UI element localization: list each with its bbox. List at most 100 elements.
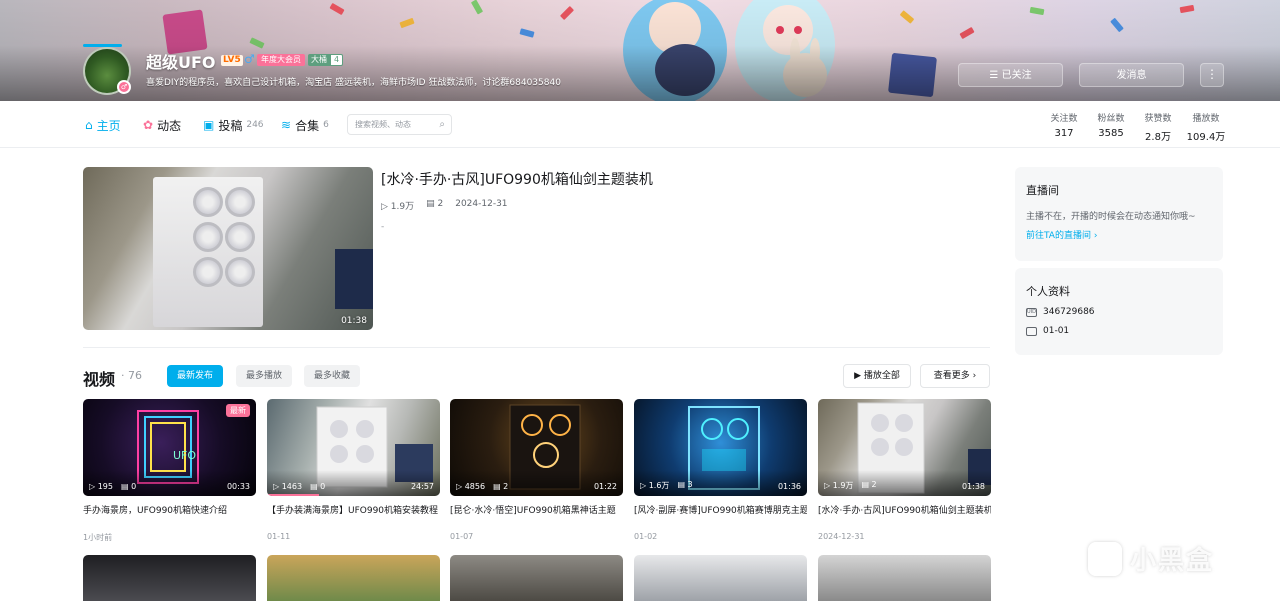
svg-text:UFO: UFO [173,449,196,462]
posts-icon: ▣ [203,118,215,132]
live-room-title: 直播间 [1026,184,1059,197]
stat-following[interactable]: 关注数 317 [1039,111,1089,139]
video-card[interactable]: ▷ 1.9万 ▤ 2 01:38 [水冷·手办·古风]UFO990机箱仙剑主题装… [818,399,991,541]
profile-nav: ⌂ 主页 ✿ 动态 ▣ 投稿 246 ≋ 合集 6 搜索视频、动态 ⌕ 关注数 … [0,101,1280,148]
avatar-badge-icon: ♂ [117,80,131,94]
message-button[interactable]: 发消息 [1079,63,1184,87]
comments-count: 0 [131,482,137,491]
more-menu-button[interactable]: ⋮ [1200,63,1224,87]
video-date: 01-07 [450,532,474,541]
plays-count: 1463 [281,482,303,491]
featured-comments: ▤ 2 [426,199,443,212]
tab-home[interactable]: ⌂ 主页 [85,116,121,134]
video-date: 2024-12-31 [818,532,865,541]
play-icon: ▷ [89,482,98,491]
stat-label: 关注数 [1050,114,1078,124]
video-thumbnail[interactable]: UFO 最新 ▷ 195 ▤ 0 00:33 [83,399,256,496]
tab-collections[interactable]: ≋ 合集 6 [281,116,329,134]
plays-count: 1.9万 [832,481,854,490]
video-duration: 01:22 [593,482,617,491]
vip-badge[interactable]: 年度大会员 [257,54,305,66]
stat-value: 317 [1054,128,1074,139]
profile-info-title: 个人资料 [1026,285,1070,298]
play-all-button[interactable]: ▶ 播放全部 [843,364,911,388]
featured-video-title[interactable]: [水冷·手办·古风]UFO990机箱仙剑主题装机 [381,169,653,189]
stat-label: 播放数 [1192,114,1220,124]
stat-value: 3585 [1098,128,1124,139]
active-tab-indicator [83,44,122,47]
uid-icon: UID [1026,307,1037,317]
video-thumbnail[interactable] [450,555,623,601]
featured-video-desc: - [381,222,385,232]
video-thumbnail[interactable]: ▷ 4856 ▤ 2 01:22 [450,399,623,496]
featured-video-thumbnail[interactable]: 01:38 [83,167,373,330]
tab-count: 6 [323,120,329,130]
stat-plays: 播放数 109.4万 [1181,111,1231,143]
stat-value: 2.8万 [1145,132,1171,143]
comments-count: 3 [687,480,693,489]
stat-fans[interactable]: 粉丝数 3585 [1086,111,1136,139]
video-title[interactable]: 【手办装满海景房】UFO990机箱安装教程 [267,503,440,516]
play-icon: ▷ [640,481,649,490]
video-thumbnail[interactable] [83,555,256,601]
comment-icon: ▤ [493,482,504,491]
watermark: 小黑盒 [1088,540,1214,577]
medal-name: 大桶 [308,54,330,66]
watermark-text: 小黑盒 [1130,546,1215,576]
video-title[interactable]: [昆仑·水冷·悟空]UFO990机箱黑神话主题 [450,503,623,516]
comment-icon: ▤ [861,480,872,489]
live-room-panel: 直播间 主播不在，开播的时候会在动态通知你哦~ 前往TA的直播间 › [1015,167,1223,261]
dynamic-icon: ✿ [143,118,154,132]
follow-button[interactable]: ☰ 已关注 [958,63,1063,87]
video-thumbnail[interactable]: ▷ 1.6万 ▤ 3 01:36 [634,399,807,496]
profile-info-panel: 个人资料 UID 346729686 01-01 [1015,268,1223,355]
sort-plays-button[interactable]: 最多播放 [236,365,293,387]
video-stats: ▷ 1463 ▤ 0 [273,482,325,491]
video-card[interactable]: UFO 最新 ▷ 195 ▤ 0 00:33 手办海景房，UFO990机箱快速介… [83,399,256,543]
watermark-logo-icon [1088,541,1122,576]
tab-dynamic[interactable]: ✿ 动态 [143,116,181,134]
video-title[interactable]: 手办海景房，UFO990机箱快速介绍 [83,503,256,516]
uid-row: UID 346729686 [1026,307,1095,317]
video-title[interactable]: [风冷·副屏·赛博]UFO990机箱赛博朋克主题 [634,503,807,516]
live-room-link[interactable]: 前往TA的直播间 › [1026,228,1097,241]
username[interactable]: 超级UFO [146,49,216,73]
comment-icon: ▤ [120,482,132,491]
comments-count: 2 [437,199,444,209]
signature: 喜爱DIY的程序员，喜欢自己设计机箱，淘宝店 盛远装机，海鲜市场ID 狂战数法师… [146,78,561,88]
video-card[interactable]: ▷ 4856 ▤ 2 01:22 [昆仑·水冷·悟空]UFO990机箱黑神话主题… [450,399,623,541]
featured-date: 2024-12-31 [455,199,508,209]
video-duration: 24:57 [410,482,434,491]
play-icon: ▷ [381,202,391,212]
comment-icon: ▤ [426,199,438,209]
live-room-status: 主播不在，开播的时候会在动态通知你哦~ [1026,212,1196,222]
video-title[interactable]: [水冷·手办·古风]UFO990机箱仙剑主题装机 [818,503,991,516]
watch-progress-bar [267,494,319,496]
tab-posts[interactable]: ▣ 投稿 246 [203,116,264,134]
sort-latest-button[interactable]: 最新发布 [167,365,224,387]
home-icon: ⌂ [85,118,93,132]
birthday-row: 01-01 [1026,326,1069,336]
search-input[interactable]: 搜索视频、动态 ⌕ [347,114,452,135]
play-icon: ▷ [456,482,465,491]
plays-count: 195 [97,482,113,491]
video-card[interactable]: ▷ 1.6万 ▤ 3 01:36 [风冷·副屏·赛博]UFO990机箱赛博朋克主… [634,399,807,541]
video-card[interactable]: ▷ 1463 ▤ 0 24:57 【手办装满海景房】UFO990机箱安装教程 0… [267,399,440,541]
video-thumbnail[interactable]: ▷ 1.9万 ▤ 2 01:38 [818,399,991,496]
birthday-value: 01-01 [1043,326,1070,336]
search-icon[interactable]: ⌕ [439,115,445,134]
fan-medal[interactable]: 大桶 4 [308,54,344,66]
video-thumbnail[interactable]: ▷ 1463 ▤ 0 24:57 [267,399,440,496]
sort-favorites-button[interactable]: 最多收藏 [304,365,361,387]
videos-section-title: 视频 [83,370,116,389]
stat-label: 粉丝数 [1097,114,1125,124]
video-duration: 01:38 [341,316,367,326]
follow-icon: ☰ [989,70,1002,81]
uid-value: 346729686 [1043,307,1095,317]
video-thumbnail[interactable] [818,555,991,601]
see-more-button[interactable]: 查看更多 › [920,364,990,388]
video-thumbnail[interactable] [267,555,440,601]
video-thumbnail[interactable] [634,555,807,601]
plays-count: 1.9万 [390,202,415,212]
stat-label: 获赞数 [1144,114,1172,124]
